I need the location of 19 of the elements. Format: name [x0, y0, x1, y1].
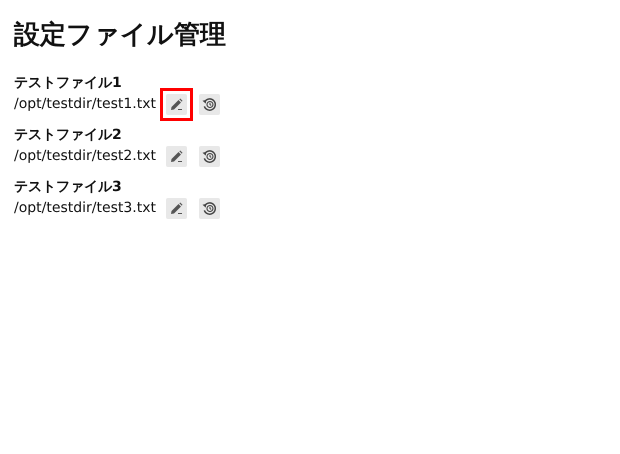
- history-button[interactable]: [199, 198, 220, 219]
- page-title: 設定ファイル管理: [14, 20, 227, 52]
- pencil-icon: [170, 98, 184, 111]
- file-path: /opt/testdir/test3.txt: [14, 199, 156, 218]
- edit-button[interactable]: [166, 94, 188, 115]
- file-name: テストファイル2: [14, 126, 123, 146]
- file-name: テストファイル3: [14, 178, 123, 198]
- edit-button[interactable]: [166, 198, 188, 219]
- file-path: /opt/testdir/test1.txt: [14, 95, 156, 114]
- history-button[interactable]: [199, 146, 220, 167]
- file-path: /opt/testdir/test2.txt: [14, 147, 156, 166]
- file-name: テストファイル1: [14, 74, 123, 94]
- pencil-icon: [170, 202, 184, 215]
- history-icon: [202, 96, 218, 112]
- pencil-icon: [170, 150, 184, 163]
- edit-button[interactable]: [166, 146, 188, 167]
- history-icon: [202, 148, 218, 164]
- history-button[interactable]: [199, 94, 220, 115]
- history-icon: [202, 200, 218, 216]
